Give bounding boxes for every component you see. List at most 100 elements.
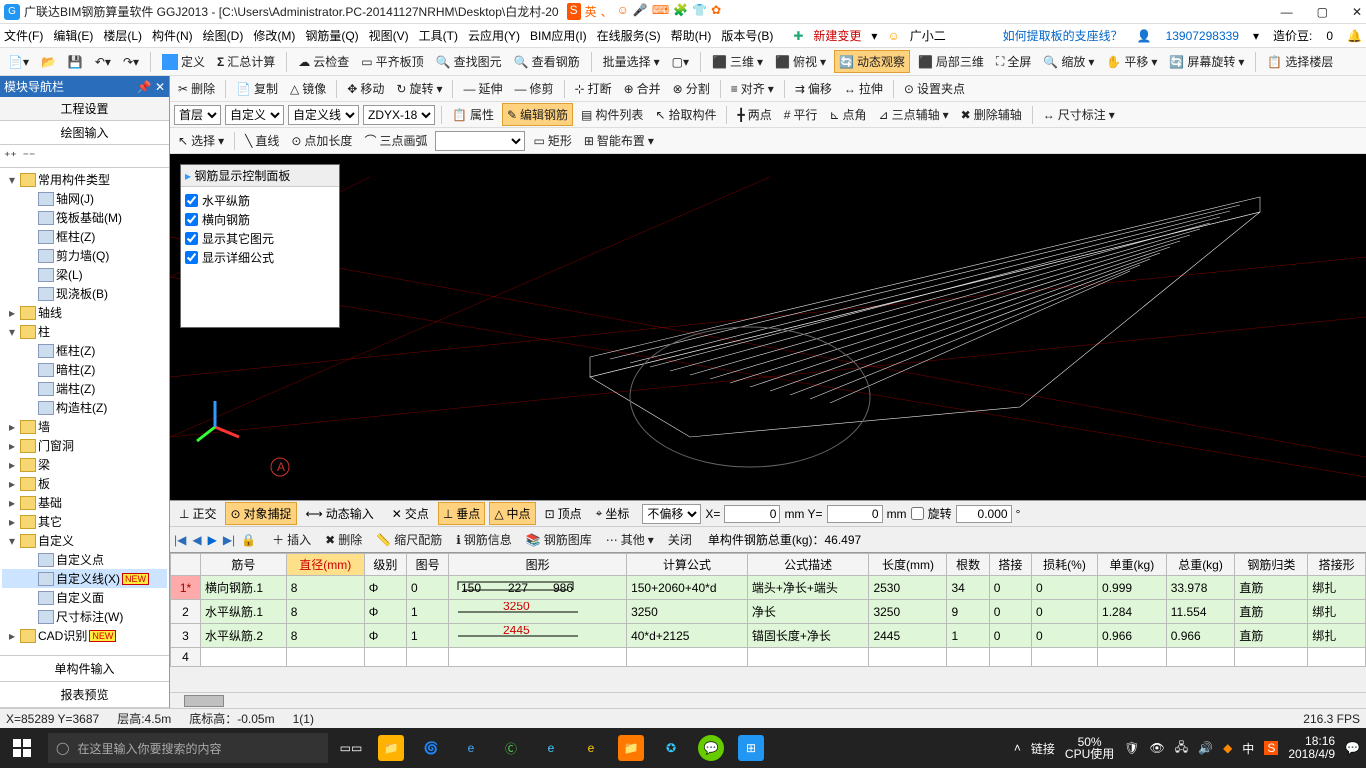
tray-ime[interactable]: S bbox=[1264, 741, 1278, 755]
tree-node[interactable]: ▾常用构件类型 bbox=[2, 170, 167, 189]
table-cell[interactable]: 绑扎 bbox=[1308, 600, 1366, 624]
ptlen-button[interactable]: ⊙点加长度 bbox=[287, 130, 356, 151]
tray-cpu[interactable]: 50% CPU使用 bbox=[1065, 736, 1114, 760]
table-cell[interactable]: 0.966 bbox=[1166, 624, 1235, 648]
menu-bim[interactable]: BIM应用(I) bbox=[530, 27, 587, 44]
rebar-table[interactable]: 筋号直径(mm)级别图号图形计算公式公式描述长度(mm)根数搭接损耗(%)单重(… bbox=[170, 553, 1366, 667]
start-button[interactable] bbox=[6, 732, 38, 764]
rect-button[interactable]: ▭矩形 bbox=[529, 130, 575, 151]
table-cell[interactable]: 0 bbox=[989, 600, 1031, 624]
extend-button[interactable]: —延伸 bbox=[459, 78, 506, 99]
table-cell[interactable]: 直筋 bbox=[1235, 576, 1308, 600]
table-cell[interactable]: Φ bbox=[364, 624, 406, 648]
menu-cloud[interactable]: 云应用(Y) bbox=[468, 27, 520, 44]
rotate-button[interactable]: ↻旋转▾ bbox=[392, 78, 446, 99]
tree-node[interactable]: ▾自定义 bbox=[2, 531, 167, 550]
tray-vol[interactable]: 🔊 bbox=[1198, 741, 1213, 755]
delaux-button[interactable]: ✖删除辅轴 bbox=[957, 104, 1026, 125]
table-cell[interactable]: 1 bbox=[407, 600, 449, 624]
table-cell[interactable] bbox=[364, 648, 406, 667]
lock-icon[interactable]: 🔒 bbox=[241, 533, 256, 547]
table-cell[interactable] bbox=[1031, 648, 1097, 667]
col-header[interactable]: 钢筋归类 bbox=[1235, 554, 1308, 576]
threeaux-button[interactable]: ⊿三点辅轴▾ bbox=[875, 104, 953, 125]
tray-date[interactable]: 2018/4/9 bbox=[1288, 748, 1335, 761]
table-cell[interactable]: 2530 bbox=[869, 576, 947, 600]
table-cell[interactable]: Φ bbox=[364, 600, 406, 624]
taskbar-search[interactable]: ◯ 在这里输入你要搜索的内容 bbox=[48, 733, 328, 763]
tree-node[interactable]: 现浇板(B) bbox=[2, 284, 167, 303]
snap-mid[interactable]: △中点 bbox=[489, 502, 535, 525]
trim-button[interactable]: —修剪 bbox=[511, 78, 558, 99]
menu-component[interactable]: 构件(N) bbox=[152, 27, 193, 44]
tree-node[interactable]: ▸其它 bbox=[2, 512, 167, 531]
arc-mode-select[interactable] bbox=[435, 131, 525, 151]
tree-node[interactable]: 构造柱(Z) bbox=[2, 398, 167, 417]
table-cell[interactable]: 40*d+2125 bbox=[627, 624, 748, 648]
chk-other-elem[interactable]: 显示其它图元 bbox=[185, 229, 335, 248]
assistant-button[interactable]: 广小二 bbox=[910, 27, 946, 44]
split-button[interactable]: ⊗分割 bbox=[669, 78, 714, 99]
menu-online[interactable]: 在线服务(S) bbox=[597, 27, 661, 44]
tree-node[interactable]: 轴网(J) bbox=[2, 189, 167, 208]
app-wechat[interactable]: 💬 bbox=[698, 735, 724, 761]
col-header[interactable]: 图号 bbox=[407, 554, 449, 576]
rb-delete[interactable]: ✖删除 bbox=[321, 529, 366, 550]
tree-node[interactable]: 端柱(Z) bbox=[2, 379, 167, 398]
line-button[interactable]: ╲直线 bbox=[241, 130, 283, 151]
ime-voice[interactable]: 🎤 bbox=[633, 3, 648, 20]
table-cell[interactable]: 端头+净长+端头 bbox=[747, 576, 869, 600]
new-change-button[interactable]: 新建变更 bbox=[813, 27, 861, 44]
collapse-all-icon[interactable]: ⁻⁻ bbox=[23, 149, 36, 163]
table-cell[interactable]: 0 bbox=[989, 624, 1031, 648]
table-cell[interactable] bbox=[407, 648, 449, 667]
tray-eye[interactable]: 👁 bbox=[1149, 741, 1164, 755]
tree-node[interactable]: ▸板 bbox=[2, 474, 167, 493]
nav-prev[interactable]: ◀ bbox=[192, 533, 201, 547]
menu-version[interactable]: 版本号(B) bbox=[721, 27, 773, 44]
redo-button[interactable]: ↷▾ bbox=[119, 53, 143, 71]
tree-node[interactable]: ▸门窗洞 bbox=[2, 436, 167, 455]
table-cell[interactable]: 0 bbox=[1031, 576, 1097, 600]
col-header[interactable]: 单重(kg) bbox=[1098, 554, 1167, 576]
objsnap-toggle[interactable]: ⊙对象捕捉 bbox=[225, 502, 296, 525]
open-button[interactable]: 📂 bbox=[37, 53, 60, 71]
menu-help[interactable]: 帮助(H) bbox=[671, 27, 712, 44]
col-header[interactable]: 根数 bbox=[947, 554, 989, 576]
tree-node[interactable]: 暗柱(Z) bbox=[2, 360, 167, 379]
table-cell[interactable]: 2445 bbox=[449, 624, 627, 648]
menu-view[interactable]: 视图(V) bbox=[369, 27, 409, 44]
menu-draw[interactable]: 绘图(D) bbox=[203, 27, 244, 44]
rot-check[interactable] bbox=[911, 507, 924, 520]
rb-other[interactable]: ⋯其他▾ bbox=[602, 529, 658, 550]
ime-more[interactable]: ✿ bbox=[711, 3, 721, 20]
nav-last[interactable]: ▶| bbox=[223, 533, 235, 547]
topview-button[interactable]: ⬛俯视▾ bbox=[771, 51, 830, 72]
col-header[interactable]: 图形 bbox=[449, 554, 627, 576]
tree-node[interactable]: 剪力墙(Q) bbox=[2, 246, 167, 265]
table-cell[interactable] bbox=[1235, 648, 1308, 667]
tab-project-settings[interactable]: 工程设置 bbox=[0, 97, 169, 121]
mirror-button[interactable]: △镜像 bbox=[286, 78, 330, 99]
ime-lang[interactable]: 英 bbox=[585, 3, 597, 20]
rb-insert[interactable]: ＋插入 bbox=[268, 529, 315, 550]
tree-node[interactable]: ▸墙 bbox=[2, 417, 167, 436]
x-input[interactable] bbox=[724, 505, 780, 523]
floor-select[interactable]: 首层 bbox=[174, 105, 221, 125]
sum-button[interactable]: Σ汇总计算 bbox=[213, 51, 279, 72]
app-folder[interactable]: 📁 bbox=[618, 735, 644, 761]
tray-net[interactable]: 🖧 bbox=[1175, 738, 1188, 759]
col-header[interactable]: 直径(mm) bbox=[286, 554, 364, 576]
table-cell[interactable] bbox=[201, 648, 287, 667]
menu-modify[interactable]: 修改(M) bbox=[253, 27, 295, 44]
table-cell[interactable] bbox=[947, 648, 989, 667]
row-header[interactable]: 2 bbox=[171, 600, 201, 624]
attr-button[interactable]: 📋属性 bbox=[448, 104, 498, 125]
table-cell[interactable] bbox=[869, 648, 947, 667]
tab-draw-input[interactable]: 绘图输入 bbox=[0, 121, 169, 145]
y-input[interactable] bbox=[827, 505, 883, 523]
app-explorer[interactable]: 📁 bbox=[378, 735, 404, 761]
pan-button[interactable]: ✋平移▾ bbox=[1102, 51, 1161, 72]
table-cell[interactable]: 水平纵筋.1 bbox=[201, 600, 287, 624]
pointangle-button[interactable]: ⊾点角 bbox=[825, 104, 870, 125]
